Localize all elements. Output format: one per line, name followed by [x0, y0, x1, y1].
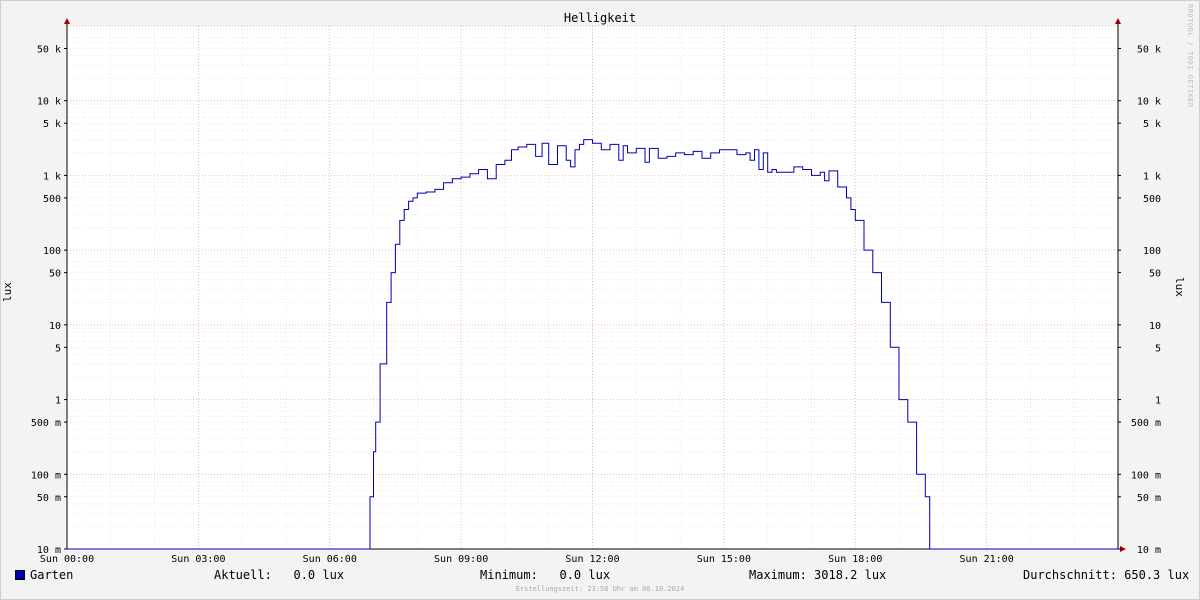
y-tick-label-right: 1 [1155, 396, 1161, 407]
y-tick-label-left: 100 m [31, 470, 61, 481]
y-tick-label-left: 5 [55, 343, 61, 354]
y-axis-arrow-left [64, 18, 70, 24]
x-tick-label: Sun 15:00 [697, 554, 751, 565]
y-tick-label-left: 1 [55, 396, 61, 407]
legend-minimum: Minimum: 0.0 lux [480, 568, 611, 582]
y-tick-label-left: 50 k [37, 44, 61, 55]
x-tick-label: Sun 06:00 [303, 554, 357, 565]
y-tick-label-right: 50 [1149, 269, 1161, 280]
x-tick-label: Sun 03:00 [171, 554, 225, 565]
y-tick-labels-left: 50 k 10 k 5 k 1 k 500 100 50 10 5 1 500 m 100 m 50 m… [31, 44, 61, 556]
y-tick-label-right: 50 k [1137, 44, 1161, 55]
legend-average: Durchschnitt: 650.3 lux [1023, 568, 1190, 582]
y-tick-label-right: 1 k [1143, 171, 1161, 182]
y-tick-label-left: 500 [43, 194, 61, 205]
y-tick-label-right: 100 [1143, 246, 1161, 257]
y-tick-label-right: 500 [1143, 194, 1161, 205]
x-tick-label: Sun 09:00 [434, 554, 488, 565]
y-tick-label-left: 5 k [43, 119, 61, 130]
y-tick-label-right: 10 m [1137, 545, 1161, 556]
y-tick-label-right: 10 k [1137, 97, 1161, 108]
legend-swatch-garten [15, 570, 25, 580]
legend-maximum: Maximum: 3018.2 lux [749, 568, 887, 582]
x-tick-label: Sun 18:00 [828, 554, 882, 565]
y-tick-label-right: 500 m [1131, 418, 1161, 429]
legend-current: Aktuell: 0.0 lux [214, 568, 345, 582]
y-tick-label-right: 100 m [1131, 470, 1161, 481]
y-tick-label-left: 10 [49, 321, 61, 332]
y-tick-label-left: 100 [43, 246, 61, 257]
x-tick-label: Sun 21:00 [960, 554, 1014, 565]
x-tick-labels: Sun 00:00 Sun 03:00 Sun 06:00 Sun 09:00 Sun … [40, 554, 1014, 565]
y-tick-label-left: 500 m [31, 418, 61, 429]
y-tick-label-right: 50 m [1137, 493, 1161, 504]
y-tick-label-left: 10 k [37, 97, 61, 108]
y-tick-label-left: 1 k [43, 171, 61, 182]
y-tick-label-left: 50 m [37, 493, 61, 504]
x-tick-label: Sun 00:00 [40, 554, 94, 565]
y-axis-arrow-right [1115, 18, 1121, 24]
y-tick-label-right: 10 [1149, 321, 1161, 332]
footer-timestamp: Erstellungszeit: 23:58 Uhr am 06.10.2024 [515, 585, 685, 593]
y-tick-label-left: 50 [49, 269, 61, 280]
y-tick-label-right: 5 [1155, 343, 1161, 354]
line-chart: 50 k 10 k 5 k 1 k 500 100 50 10 5 1 500 m 100 m 50 m… [31, 18, 1161, 565]
y-tick-label-right: 5 k [1143, 119, 1161, 130]
x-tick-label: Sun 12:00 [565, 554, 619, 565]
legend-series-name: Garten [30, 568, 74, 582]
y-tick-labels-right: 50 k 10 k 5 k 1 k 500 100 50 10 5 1 500 m 100 m 50 m… [1131, 44, 1161, 556]
